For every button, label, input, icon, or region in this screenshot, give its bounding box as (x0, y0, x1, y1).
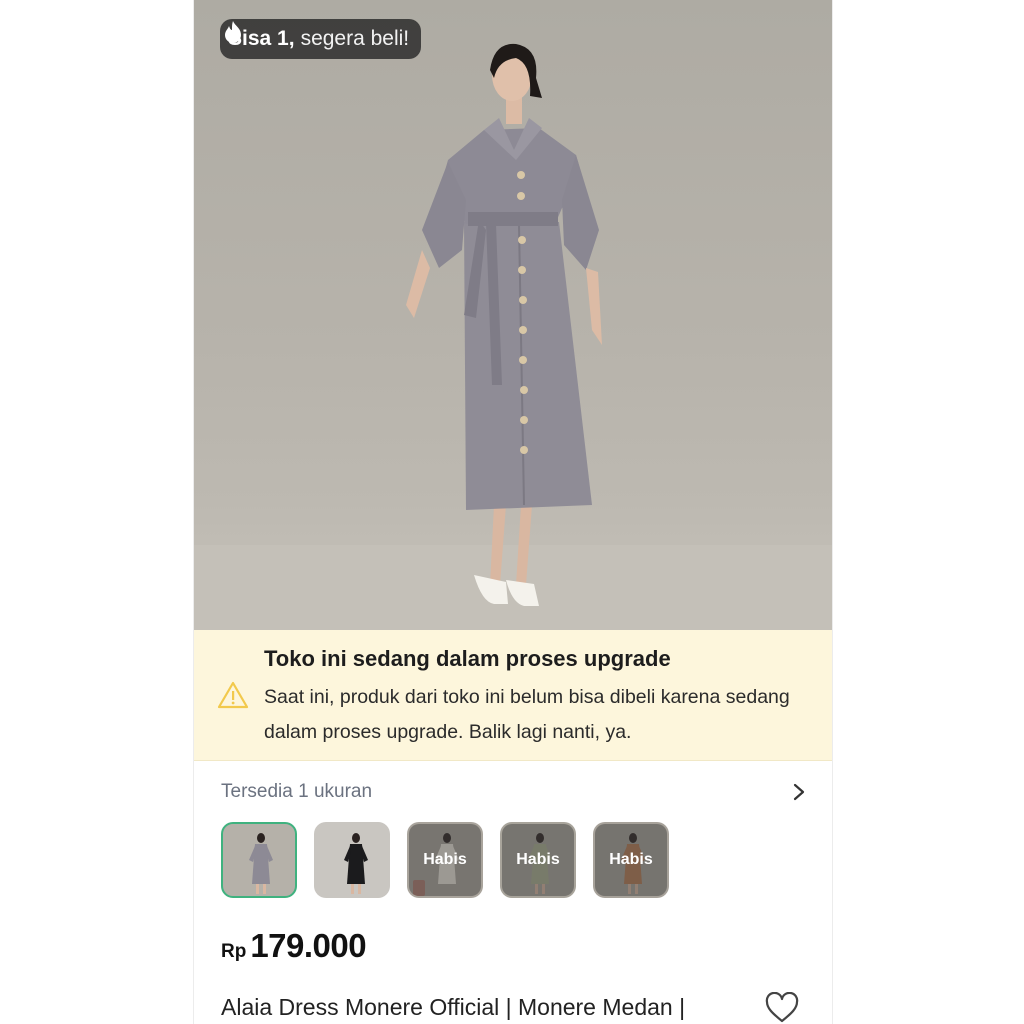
sold-out-overlay: Habis (502, 824, 574, 896)
stock-badge: Sisa 1, segera beli! (220, 19, 422, 59)
variant-grey-image (249, 833, 273, 894)
size-availability-label: Tersedia 1 ukuran (221, 781, 373, 802)
sold-out-overlay: Habis (595, 824, 667, 896)
variant-cream[interactable]: Habis (407, 822, 483, 898)
heart-icon[interactable] (764, 992, 800, 1024)
product-image[interactable]: Sisa 1, segera beli! (194, 0, 832, 630)
upgrade-notice: Toko ini sedang dalam proses upgrade Saa… (194, 630, 832, 761)
chevron-right-icon[interactable] (792, 782, 806, 802)
warning-icon (217, 681, 249, 709)
price-amount: 179.000 (250, 927, 367, 964)
variant-sage[interactable]: Habis (500, 822, 576, 898)
notice-title: Toko ini sedang dalam proses upgrade (264, 646, 671, 671)
price-currency: Rp (221, 941, 247, 962)
sold-out-overlay: Habis (409, 824, 481, 896)
product-price: Rp 179.000 (221, 927, 367, 965)
variant-black-image (344, 833, 368, 894)
fire-icon (225, 21, 241, 43)
product-title: Alaia Dress Monere Official | Monere Med… (221, 994, 686, 1020)
product-page: Sisa 1, segera beli! Toko ini sedang dal… (193, 0, 833, 1024)
product-photo-illustration (194, 43, 832, 630)
notice-body: Saat ini, produk dari toko ini belum bis… (264, 686, 790, 743)
variant-brown[interactable]: Habis (593, 822, 669, 898)
variant-black[interactable] (314, 822, 390, 898)
variant-grey[interactable] (221, 822, 297, 898)
stock-urgency: segera beli! (300, 27, 410, 50)
size-selector[interactable]: Tersedia 1 ukuran (221, 778, 806, 806)
